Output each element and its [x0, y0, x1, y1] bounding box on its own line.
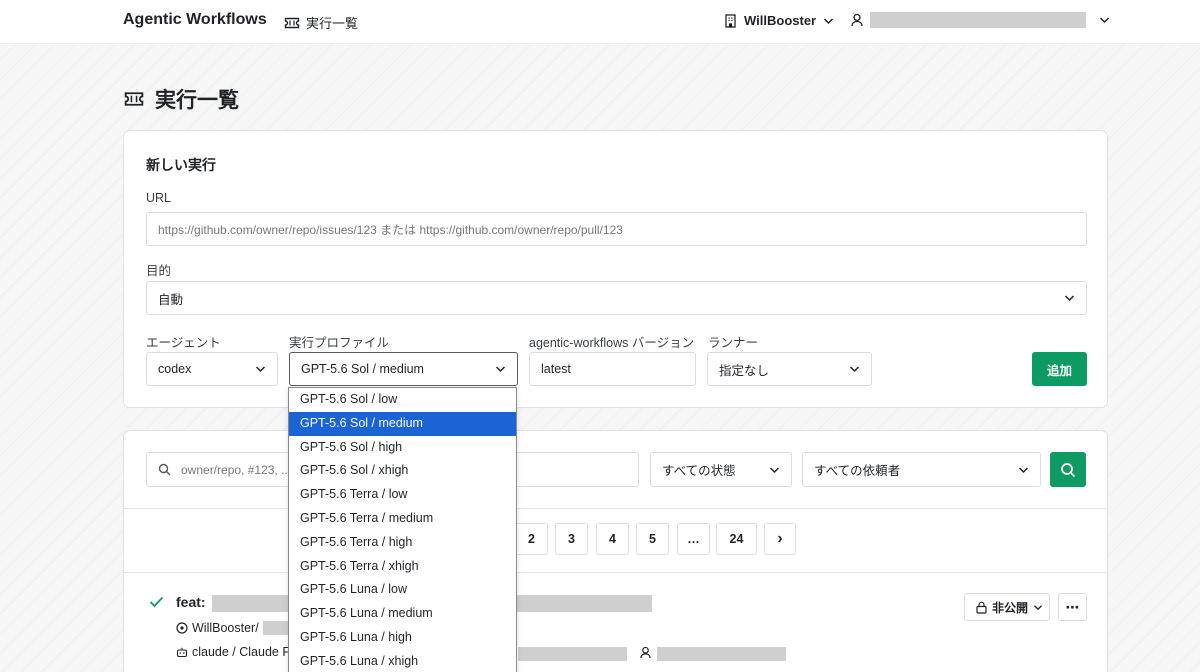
profile-option[interactable]: GPT-5.6 Sol / xhigh — [289, 459, 516, 483]
url-label: URL — [146, 191, 172, 205]
redacted-meta — [518, 647, 627, 661]
profile-option[interactable]: GPT-5.6 Sol / low — [289, 388, 516, 412]
profile-option[interactable]: GPT-5.6 Sol / high — [289, 436, 516, 460]
run-repo-prefix: WillBooster/ — [192, 621, 259, 635]
user-icon — [640, 646, 651, 659]
run-agent-label: claude / Claude Fa — [192, 645, 297, 659]
ticket-icon — [284, 16, 300, 30]
divider — [124, 572, 1107, 573]
chevron-down-icon — [1033, 604, 1043, 611]
profile-option[interactable]: GPT-5.6 Terra / high — [289, 531, 516, 555]
breadcrumb-runs[interactable]: 実行一覧 — [284, 13, 358, 32]
profile-value: GPT-5.6 Sol / medium — [301, 362, 424, 376]
ticket-icon — [123, 90, 145, 108]
search-icon — [1060, 462, 1076, 478]
version-label: agentic-workflows バージョン — [529, 336, 695, 350]
search-button[interactable] — [1050, 452, 1086, 487]
search-icon — [158, 463, 171, 476]
agent-value: codex — [158, 362, 192, 376]
version-input[interactable]: latest — [529, 352, 696, 386]
chevron-down-icon — [1099, 16, 1110, 24]
agent-select[interactable]: codex — [146, 352, 278, 386]
visibility-label: 非公開 — [992, 600, 1029, 615]
profile-select[interactable]: GPT-5.6 Sol / medium — [289, 352, 518, 386]
lock-icon — [976, 601, 987, 614]
user-menu[interactable] — [851, 12, 1110, 28]
status-filter[interactable]: すべての状態 — [650, 452, 792, 487]
chevron-down-icon — [1018, 463, 1029, 477]
url-placeholder: https://github.com/owner/repo/issues/123… — [158, 222, 623, 237]
purpose-select[interactable]: 自動 — [146, 281, 1087, 315]
brand-link[interactable]: Agentic Workflows — [123, 11, 267, 29]
page-title-text: 実行一覧 — [155, 89, 239, 112]
runner-select[interactable]: 指定なし — [707, 352, 872, 386]
more-actions-button[interactable]: ⋯ — [1058, 593, 1087, 621]
profile-label: 実行プロファイル — [289, 336, 390, 350]
profile-option-selected[interactable]: GPT-5.6 Sol / medium — [289, 411, 516, 436]
page-button[interactable]: 3 — [555, 523, 588, 555]
purpose-label: 目的 — [146, 264, 172, 278]
runner-label: ランナー — [708, 336, 759, 350]
chevron-down-icon — [495, 362, 506, 376]
chevron-down-icon — [823, 17, 834, 25]
org-name: WillBooster — [744, 13, 817, 28]
chevron-down-icon — [849, 362, 860, 376]
next-page-button[interactable]: › — [764, 523, 796, 555]
status-filter-value: すべての状態 — [662, 464, 736, 478]
chevron-down-icon — [255, 362, 266, 376]
agent-label: エージェント — [146, 336, 221, 350]
page-button[interactable]: 5 — [636, 523, 669, 555]
new-run-card: 新しい実行 URL https://github.com/owner/repo/… — [123, 130, 1108, 408]
page-button[interactable]: 2 — [515, 523, 548, 555]
profile-option[interactable]: GPT-5.6 Terra / xhigh — [289, 555, 516, 579]
divider — [124, 508, 1107, 509]
profile-option[interactable]: GPT-5.6 Luna / low — [289, 578, 516, 602]
profile-option[interactable]: GPT-5.6 Terra / medium — [289, 507, 516, 531]
runs-card: owner/repo, #123, ... すべての状態 すべての依頼者 2 3… — [123, 430, 1108, 672]
chevron-down-icon — [769, 463, 780, 477]
profile-option[interactable]: GPT-5.6 Luna / xhigh — [289, 650, 516, 672]
org-switcher[interactable]: WillBooster — [724, 13, 834, 28]
chevron-down-icon — [1064, 291, 1075, 305]
profile-dropdown-list[interactable]: GPT-5.6 Sol / low GPT-5.6 Sol / medium G… — [288, 387, 517, 672]
page-title: 実行一覧 — [123, 84, 239, 114]
add-button[interactable]: 追加 — [1032, 352, 1087, 386]
runner-value: 指定なし — [719, 363, 770, 378]
purpose-value: 自動 — [158, 292, 184, 307]
user-icon — [851, 13, 863, 27]
robot-icon — [176, 646, 188, 658]
visibility-button[interactable]: 非公開 — [964, 593, 1050, 621]
run-agent: claude / Claude Fa — [176, 645, 297, 659]
search-placeholder: owner/repo, #123, ... — [181, 462, 292, 477]
redacted-requester — [657, 647, 786, 661]
page-ellipsis: … — [677, 523, 710, 555]
building-icon — [724, 13, 737, 28]
profile-option[interactable]: GPT-5.6 Luna / high — [289, 626, 516, 650]
top-bar: Agentic Workflows 実行一覧 WillBooster — [0, 0, 1200, 44]
page-button[interactable]: 24 — [716, 523, 757, 555]
new-run-title: 新しい実行 — [146, 157, 216, 173]
page-button[interactable]: 4 — [596, 523, 629, 555]
requester-filter-value: すべての依頼者 — [814, 464, 901, 478]
breadcrumb-label: 実行一覧 — [306, 16, 359, 31]
repo-icon — [176, 622, 188, 634]
profile-option[interactable]: GPT-5.6 Terra / low — [289, 483, 516, 507]
version-value: latest — [541, 362, 571, 376]
run-title-prefix: feat: — [176, 594, 206, 610]
requester-filter[interactable]: すべての依頼者 — [802, 452, 1041, 487]
check-icon — [149, 596, 164, 608]
redacted-username — [870, 12, 1086, 28]
url-input[interactable]: https://github.com/owner/repo/issues/123… — [146, 212, 1087, 246]
profile-option[interactable]: GPT-5.6 Luna / medium — [289, 602, 516, 626]
